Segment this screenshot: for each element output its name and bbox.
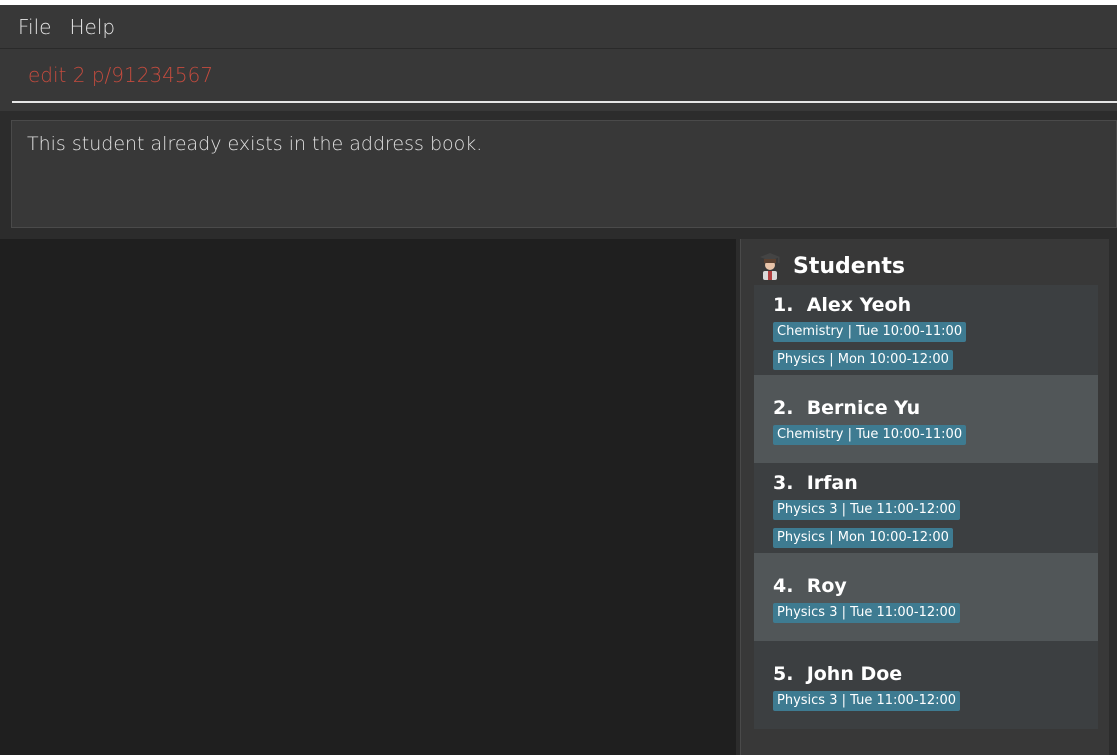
lesson-tag: Physics 3 | Tue 11:00-12:00 <box>773 691 961 711</box>
student-name-row: 3. Irfan <box>773 471 1098 495</box>
student-card[interactable]: 4. Roy Physics 3 | Tue 11:00-12:00 <box>754 553 1098 641</box>
student-index: 5. <box>773 663 794 685</box>
student-index: 4. <box>773 575 794 597</box>
student-name: Alex Yeoh <box>806 294 912 316</box>
result-message: This student already exists in the addre… <box>27 133 483 155</box>
student-card[interactable]: 5. John Doe Physics 3 | Tue 11:00-12:00 <box>754 641 1098 729</box>
lesson-tag: Physics 3 | Tue 11:00-12:00 <box>773 603 961 623</box>
student-list[interactable]: 1. Alex Yeoh Chemistry | Tue 10:00-11:00… <box>754 285 1098 729</box>
student-index: 1. <box>773 294 794 316</box>
menu-file[interactable]: File <box>0 15 60 39</box>
detail-panel <box>0 239 736 755</box>
students-title: Students <box>793 253 905 279</box>
student-index: 3. <box>773 472 794 494</box>
lesson-tag: Chemistry | Tue 10:00-11:00 <box>773 425 967 445</box>
student-name: John Doe <box>806 663 903 685</box>
student-name-row: 1. Alex Yeoh <box>773 293 1098 317</box>
result-display: This student already exists in the addre… <box>11 120 1117 228</box>
list-scrollbar[interactable] <box>1109 239 1117 755</box>
lesson-tag: Physics | Mon 10:00-12:00 <box>773 528 953 548</box>
student-name: Bernice Yu <box>806 397 921 419</box>
lesson-tag: Physics | Mon 10:00-12:00 <box>773 350 953 370</box>
student-card[interactable]: 3. Irfan Physics 3 | Tue 11:00-12:00 Phy… <box>754 463 1098 553</box>
student-graduate-icon <box>760 253 780 280</box>
lesson-tag: Chemistry | Tue 10:00-11:00 <box>773 322 967 342</box>
lesson-tag: Physics 3 | Tue 11:00-12:00 <box>773 500 961 520</box>
student-name-row: 5. John Doe <box>773 662 1098 686</box>
command-input[interactable] <box>12 49 1117 103</box>
students-header: Students <box>759 251 905 281</box>
student-name-row: 4. Roy <box>773 574 1098 598</box>
menu-help[interactable]: Help <box>60 15 124 39</box>
student-card[interactable]: 1. Alex Yeoh Chemistry | Tue 10:00-11:00… <box>754 285 1098 375</box>
student-name: Roy <box>806 575 847 597</box>
student-name-row: 2. Bernice Yu <box>773 396 1098 420</box>
student-list-panel: Students 1. Alex Yeoh Chemistry | Tue 10… <box>740 239 1117 755</box>
student-name: Irfan <box>806 472 858 494</box>
menu-bar: File Help <box>0 5 1117 49</box>
command-box <box>0 49 1117 111</box>
app-window: File Help This student already exists in… <box>0 0 1117 755</box>
student-card[interactable]: 2. Bernice Yu Chemistry | Tue 10:00-11:0… <box>754 375 1098 463</box>
student-index: 2. <box>773 397 794 419</box>
